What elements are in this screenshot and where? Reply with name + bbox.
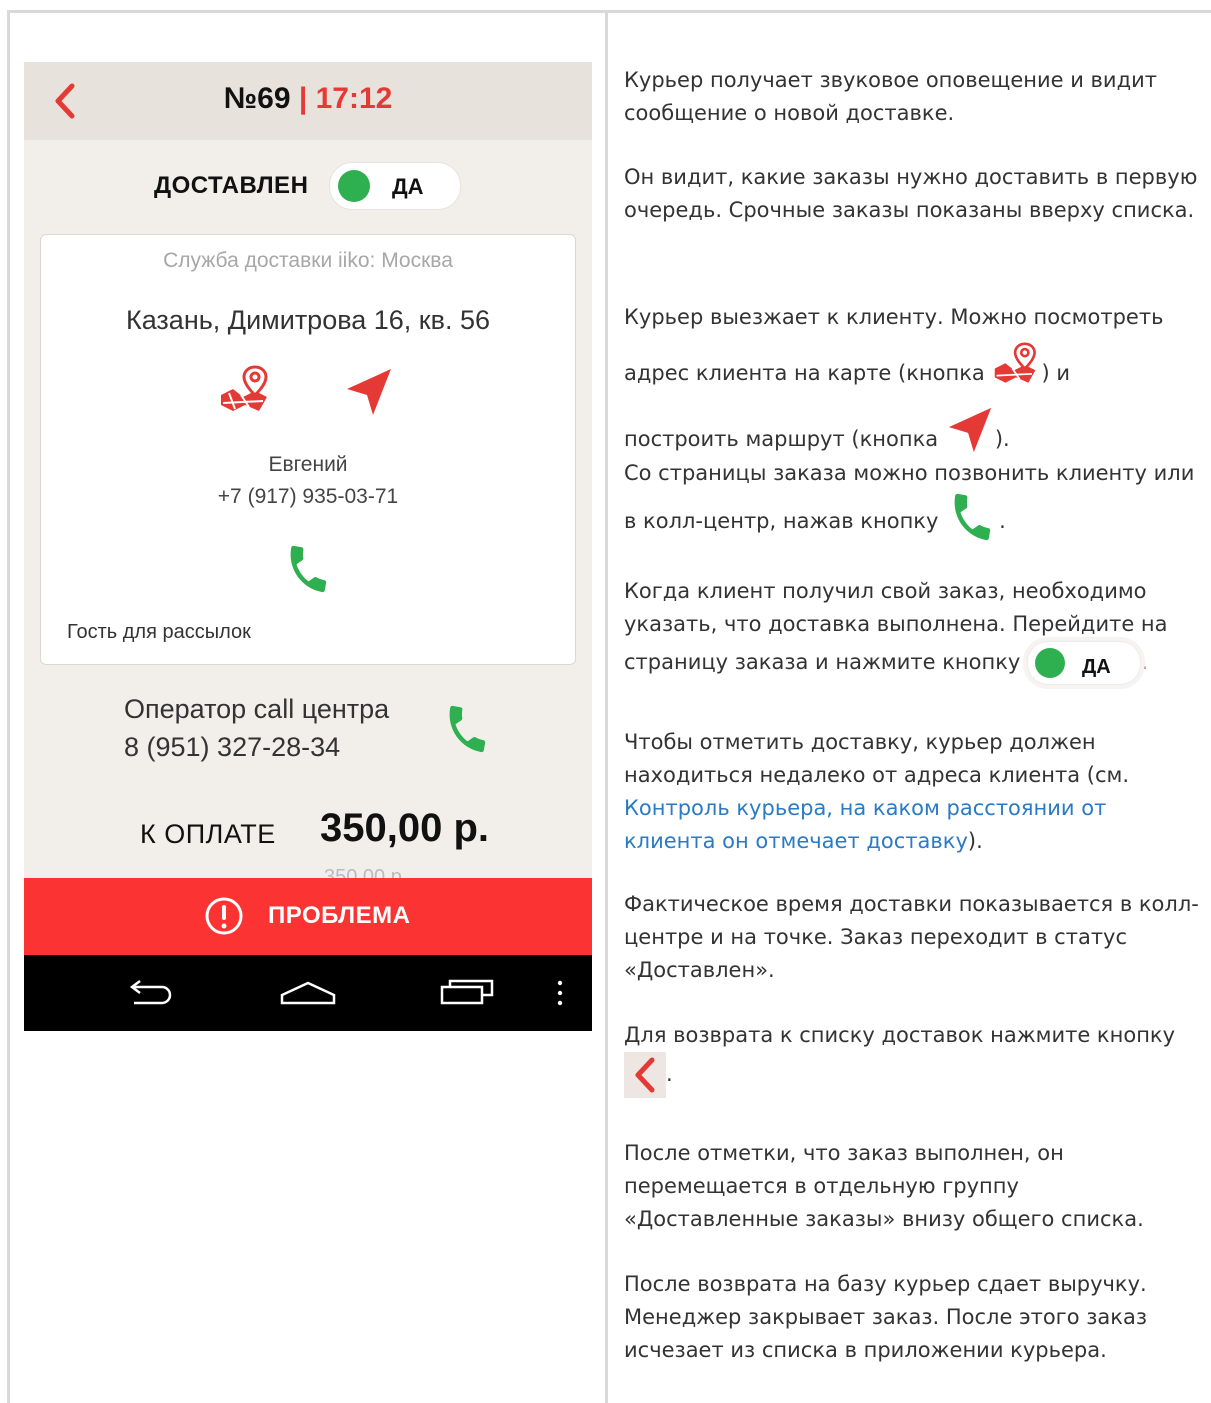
inline-back-chip — [624, 1052, 666, 1098]
problem-button[interactable]: ПРОБЛЕМА — [24, 878, 592, 955]
paragraph-map-route: Курьер выезжает к клиенту. Можно посмотр… — [624, 292, 1199, 474]
delivered-label: ДОСТАВЛЕН — [154, 172, 309, 199]
frame-top-border — [7, 10, 1211, 13]
paragraph-actual-time: Фактическое время доставки показывается … — [624, 892, 1199, 982]
overflow-menu-button[interactable] — [552, 973, 568, 1013]
text-call-end: . — [999, 509, 1006, 533]
android-nav-bar — [24, 955, 592, 1031]
app-header: №69 | 17:12 — [24, 62, 592, 140]
order-time: 17:12 — [315, 82, 393, 115]
toggle-knob — [338, 170, 370, 202]
text-map-intro: Курьер выезжает к клиенту. Можно посмотр… — [624, 305, 1164, 385]
order-card: Служба доставки iiko: Москва Казань, Дим… — [40, 234, 576, 665]
order-number: №69 — [223, 82, 291, 115]
paragraph-priority: Он видит, какие заказы нужно доставить в… — [624, 165, 1198, 222]
inline-toggle-label: ДА — [1082, 656, 1111, 678]
phone-icon — [449, 705, 486, 753]
nav-home-icon — [280, 981, 336, 1005]
nav-recents-icon — [440, 979, 494, 1005]
operator-label: Оператор call центра — [124, 694, 390, 724]
phone-icon — [290, 545, 327, 593]
paragraph-mark-delivered: Когда клиент получил свой заказ, необход… — [624, 575, 1199, 685]
problem-label: ПРОБЛЕМА — [268, 902, 411, 929]
client-phone: +7 (917) 935-03-71 — [217, 485, 399, 508]
paragraph-call: Со страницы заказа можно позвонить клиен… — [624, 457, 1199, 554]
paragraph-delivered-group: После отметки, что заказ выполнен, он пе… — [624, 1141, 1144, 1231]
payment-label: К ОПЛАТЕ — [140, 819, 276, 849]
nav-back-button[interactable] — [122, 973, 178, 1013]
paragraph-notification: Курьер получает звуковое оповещение и ви… — [624, 68, 1157, 125]
title-separator: | — [290, 82, 316, 115]
order-title: №69 | 17:12 — [24, 82, 592, 116]
map-location-icon — [221, 365, 268, 411]
text-map-close: ) и — [1041, 361, 1070, 385]
paragraph-close-order: После возврата на базу курьер сдает выру… — [624, 1272, 1147, 1362]
operator-phone: 8 (951) 327-28-34 — [124, 732, 341, 762]
text-distance: Чтобы отметить доставку, курьер должен н… — [624, 730, 1130, 787]
guest-note: Гость для рассылок — [67, 621, 251, 643]
client-address: Казань, Димитрова 16, кв. 56 — [125, 305, 490, 335]
text-return: Для возврата к списку доставок нажмите к… — [624, 1023, 1176, 1047]
nav-back-icon — [129, 980, 172, 1005]
text-route-intro: построить маршрут (кнопка — [624, 427, 945, 451]
navigation-arrow-icon — [347, 369, 391, 415]
alert-circle-icon — [205, 897, 243, 935]
client-name: Евгений — [268, 453, 348, 476]
text-distance-end: ). — [967, 829, 983, 853]
courier-control-link[interactable]: Контроль курьера, на каком расстоянии от… — [624, 796, 1106, 853]
text-mark-end: . — [1141, 650, 1148, 674]
inline-toggle-chip: ДА — [1027, 641, 1141, 685]
nav-home-button[interactable] — [278, 973, 338, 1013]
map-location-icon — [991, 342, 1041, 406]
call-operator-button[interactable] — [440, 702, 494, 756]
frame-left-border — [7, 10, 10, 1403]
phone-icon — [945, 490, 999, 554]
overflow-menu-icon — [557, 980, 563, 1006]
inline-toggle-knob — [1035, 648, 1065, 678]
call-client-button[interactable] — [281, 542, 335, 596]
paragraph-distance: Чтобы отметить доставку, курьер должен н… — [624, 726, 1199, 858]
nav-recents-button[interactable] — [438, 973, 498, 1013]
payment-amount: 350,00 р. — [320, 806, 490, 850]
text-route-close: ). — [994, 427, 1010, 451]
text-return-end: . — [666, 1062, 673, 1086]
map-button[interactable] — [219, 365, 271, 417]
delivered-toggle[interactable]: ДА — [329, 162, 461, 210]
phone-screen: №69 | 17:12 ДОСТАВЛЕН ДА Служба доставки… — [24, 62, 592, 1031]
text-call: Со страницы заказа можно позвонить клиен… — [624, 461, 1195, 533]
delivered-row: ДОСТАВЛЕН ДА — [24, 160, 592, 212]
route-button[interactable] — [343, 367, 395, 419]
column-divider — [605, 10, 608, 1403]
paragraph-return: Для возврата к списку доставок нажмите к… — [624, 1019, 1199, 1098]
toggle-label: ДА — [392, 174, 424, 199]
delivery-service: Служба доставки iiko: Москва — [163, 249, 453, 272]
back-chevron-icon — [635, 1057, 655, 1093]
